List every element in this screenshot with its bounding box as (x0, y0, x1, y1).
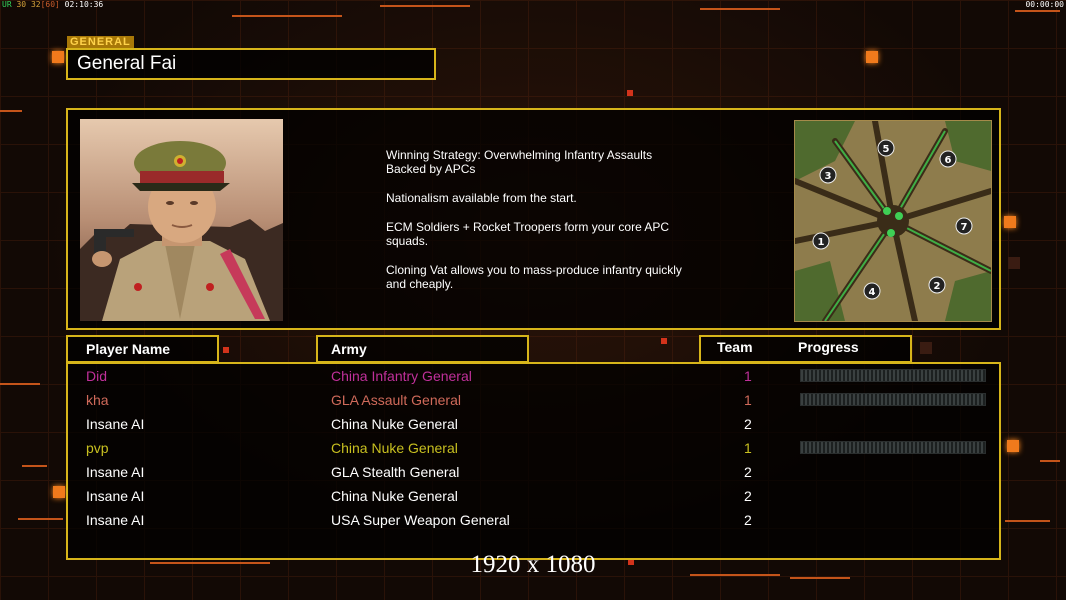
player-army: GLA Stealth General (331, 464, 460, 480)
general-name: General Fai (77, 53, 177, 74)
decor-square (1004, 216, 1016, 228)
start-position-3: 3 (825, 171, 832, 182)
table-row: Did China Infantry General 1 (68, 365, 999, 389)
table-row: Insane AI GLA Stealth General 2 (68, 461, 999, 485)
start-position-4: 4 (869, 287, 876, 298)
decor-square (661, 338, 667, 344)
progress-bar (800, 393, 986, 406)
player-name-header-label: Player Name (86, 341, 171, 357)
decor-line (18, 518, 63, 520)
table-row: kha GLA Assault General 1 (68, 389, 999, 413)
hud-counter: 30 (16, 0, 27, 9)
hud-clock: 02:10:36 (64, 0, 104, 9)
decor-square (53, 486, 65, 498)
player-team: 1 (744, 368, 752, 384)
player-name: Insane AI (86, 416, 145, 432)
players-table: Did China Infantry General 1 kha GLA Assault… (66, 362, 1001, 560)
decor-square (223, 347, 229, 353)
progress-bar (800, 369, 986, 382)
table-row: Insane AI China Nuke General 2 (68, 485, 999, 509)
player-army: China Infantry General (331, 368, 472, 384)
general-portrait (80, 119, 283, 321)
decor-line (1015, 10, 1060, 12)
decor-line (1005, 520, 1050, 522)
player-army: China Nuke General (331, 416, 458, 432)
player-army: China Nuke General (331, 440, 458, 456)
player-name: Insane AI (86, 512, 145, 528)
decor-line (0, 383, 40, 385)
progress-bar (800, 441, 986, 454)
decor-square (866, 51, 878, 63)
general-title-box: General Fai (66, 48, 436, 80)
hud-counters: UR 30 32[60] 02:10:36 (2, 0, 103, 9)
decor-square (627, 90, 633, 96)
decor-line (380, 5, 470, 7)
decor-square (1008, 257, 1020, 269)
start-position-6: 6 (945, 155, 952, 166)
description-line: Winning Strategy: Overwhelming Infantry … (386, 148, 653, 176)
team-progress-header[interactable]: Team Progress (699, 335, 912, 363)
player-army: GLA Assault General (331, 392, 461, 408)
player-name: kha (86, 392, 109, 408)
start-position-1: 1 (818, 237, 825, 248)
decor-line (22, 465, 47, 467)
start-position-7: 7 (961, 222, 968, 233)
player-name: Did (86, 368, 108, 384)
player-team: 1 (744, 440, 752, 456)
player-team: 2 (744, 488, 752, 504)
description-line: ECM Soldiers + Rocket Troopers form your… (386, 220, 670, 248)
decor-square (52, 51, 64, 63)
decor-square (920, 342, 932, 354)
general-tag: GENERAL (67, 36, 134, 48)
map-preview-image: 1 2 3 4 5 6 7 (795, 121, 991, 321)
player-team: 2 (744, 464, 752, 480)
decor-line (232, 15, 342, 17)
player-army: China Nuke General (331, 488, 458, 504)
decor-square (1007, 440, 1019, 452)
table-row: Insane AI China Nuke General 2 (68, 413, 999, 437)
start-position-2: 2 (934, 281, 941, 292)
general-description: Winning Strategy: Overwhelming Infantry … (386, 148, 716, 306)
decor-line (1040, 460, 1060, 462)
table-row: Insane AI USA Super Weapon General 2 (68, 509, 999, 533)
general-portrait-image (80, 119, 283, 321)
general-info-panel: Winning Strategy: Overwhelming Infantry … (66, 108, 1001, 330)
description-line: Cloning Vat allows you to mass-produce i… (386, 263, 682, 291)
decor-line (700, 8, 780, 10)
team-header-label: Team (717, 339, 753, 355)
progress-header-label: Progress (798, 339, 859, 355)
decor-line (0, 110, 22, 112)
player-team: 2 (744, 416, 752, 432)
start-position-5: 5 (883, 144, 890, 155)
player-name-header[interactable]: Player Name (66, 335, 219, 363)
player-team: 2 (744, 512, 752, 528)
hud-counter: 32 (30, 0, 41, 9)
table-row: pvp China Nuke General 1 (68, 437, 999, 461)
hud-counter: [60] (40, 0, 60, 9)
player-name: Insane AI (86, 488, 145, 504)
hud-counter: UR (2, 0, 12, 9)
army-header[interactable]: Army (316, 335, 529, 363)
resolution-label: 1920 x 1080 (470, 551, 596, 578)
player-team: 1 (744, 392, 752, 408)
player-name: pvp (86, 440, 109, 456)
player-name: Insane AI (86, 464, 145, 480)
army-header-label: Army (331, 341, 367, 357)
hud-timer: 00:00:00 (1025, 0, 1064, 9)
map-preview: 1 2 3 4 5 6 7 (794, 120, 992, 322)
player-army: USA Super Weapon General (331, 512, 510, 528)
description-line: Nationalism available from the start. (386, 191, 577, 205)
